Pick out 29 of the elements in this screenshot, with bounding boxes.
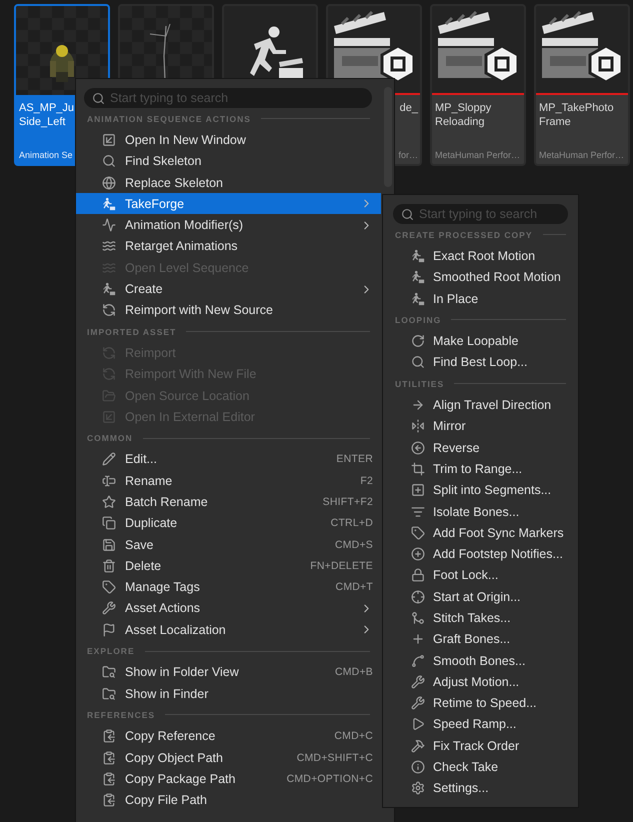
shortcut-label: CMD+SHIFT+C (296, 752, 373, 764)
section-header: IMPORTED ASSET (87, 326, 176, 337)
asset-name: MP_TakePhoto (539, 101, 614, 115)
section-header: COMMON (87, 433, 133, 444)
asset-name: AS_MP_Ju (19, 101, 74, 115)
section-header: UTILITIES (395, 378, 444, 389)
asset-type: Animation Se (19, 150, 73, 160)
asset-name: Side_Left (19, 115, 66, 129)
section-header: LOOPING (395, 314, 442, 325)
shortcut-label: CMD+B (334, 666, 373, 678)
asset-type: MetaHuman Perfor… (435, 150, 520, 160)
section-header: CREATE PROCESSED COPY (395, 230, 533, 240)
asset-type: MetaHuman Perfor… (539, 150, 624, 160)
section-header: EXPLORE (87, 646, 135, 656)
shortcut-label: CMD+T (336, 581, 373, 594)
asset-name: MP_Sloppy (435, 101, 492, 115)
shortcut-label: CMD+C (334, 730, 373, 742)
shortcut-label: CTRL+D (330, 517, 373, 530)
shortcut-label: CMD+OPTION+C (286, 772, 373, 785)
asset-name: de_ (400, 101, 418, 115)
shortcut-label: FN+DELETE (310, 560, 373, 572)
asset-name: Reloading (435, 115, 485, 129)
shortcut-label: CMD+S (334, 538, 373, 551)
section-header: REFERENCES (87, 710, 156, 720)
shortcut-label: F2 (360, 474, 373, 487)
asset-name: Frame (539, 115, 571, 129)
shortcut-label: ENTER (336, 453, 373, 466)
asset-type: for… (398, 150, 418, 160)
shortcut-label: SHIFT+F2 (322, 496, 373, 508)
